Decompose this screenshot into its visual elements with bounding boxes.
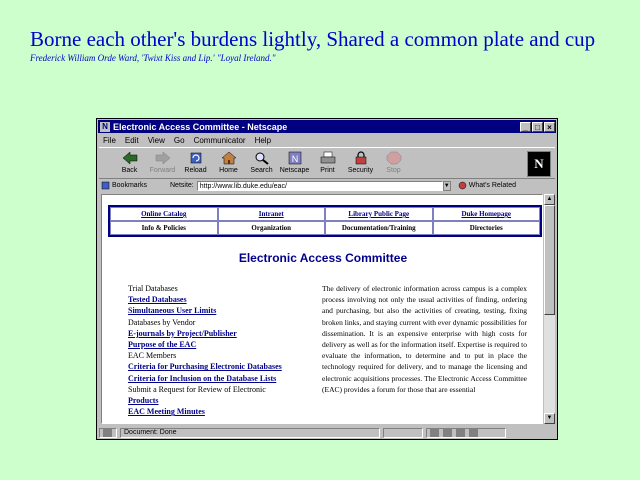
slide-title: Borne each other's burdens lightly, Shar… bbox=[30, 27, 596, 51]
status-bar: Document: Done bbox=[99, 426, 555, 439]
search-icon bbox=[255, 152, 269, 165]
forward-label: Forward bbox=[149, 167, 176, 174]
bookmark-icon bbox=[101, 181, 110, 190]
security-status[interactable] bbox=[99, 427, 117, 438]
menu-edit[interactable]: Edit bbox=[125, 136, 139, 145]
page-content: Online Catalog Intranet Library Public P… bbox=[101, 194, 543, 424]
page-heading: Electronic Access Committee bbox=[238, 251, 408, 265]
forward-button[interactable]: Forward bbox=[146, 148, 179, 178]
slide-caption: Frederick William Orde Ward, 'Twixt Kiss… bbox=[30, 53, 276, 63]
browser-window: N Electronic Access Committee - Netscape… bbox=[96, 118, 558, 440]
nav-online-catalog[interactable]: Online Catalog bbox=[110, 207, 218, 221]
menu-go[interactable]: Go bbox=[174, 136, 185, 145]
bookmarks-label: Bookmarks bbox=[112, 182, 148, 189]
netscape-icon: N bbox=[288, 151, 301, 165]
stop-label: Stop bbox=[386, 167, 401, 174]
url-input[interactable]: http://www.lib.duke.edu/eac/ bbox=[196, 180, 443, 191]
security-button[interactable]: Security bbox=[344, 148, 377, 178]
home-label: Home bbox=[219, 167, 238, 174]
eac-link-list: Trial Databases Tested Databases Simulta… bbox=[128, 283, 328, 417]
composer-icon[interactable] bbox=[469, 428, 478, 437]
back-button[interactable]: Back bbox=[113, 148, 146, 178]
whats-related-button[interactable]: What's Related bbox=[458, 181, 516, 190]
reload-button[interactable]: Reload bbox=[179, 148, 212, 178]
scroll-up-button[interactable]: ▲ bbox=[544, 194, 555, 205]
print-button[interactable]: Print bbox=[311, 148, 344, 178]
site-nav-table: Online Catalog Intranet Library Public P… bbox=[108, 205, 542, 237]
netsite-label: Netsite: bbox=[170, 182, 194, 189]
list-item-link[interactable]: Criteria for Inclusion on the Database L… bbox=[128, 373, 328, 384]
list-item-link[interactable]: Tested Databases bbox=[128, 294, 328, 305]
location-bar: Bookmarks Netsite: http://www.lib.duke.e… bbox=[99, 179, 555, 192]
list-item-link[interactable]: E-journals by Project/Publisher bbox=[128, 328, 328, 339]
newsgroups-icon[interactable] bbox=[456, 428, 465, 437]
close-button[interactable]: × bbox=[544, 121, 555, 132]
whats-related-label: What's Related bbox=[468, 182, 516, 189]
home-icon bbox=[220, 151, 237, 165]
nav-directories[interactable]: Directories bbox=[432, 221, 540, 235]
print-icon bbox=[320, 151, 335, 164]
list-item: Databases by Vendor bbox=[128, 317, 196, 327]
whats-related-icon bbox=[458, 181, 466, 190]
netscape-button[interactable]: N Netscape bbox=[278, 148, 311, 178]
eac-description: The delivery of electronic information a… bbox=[322, 284, 527, 394]
minimize-button[interactable]: _ bbox=[520, 121, 531, 132]
progress-panel bbox=[383, 427, 423, 438]
nav-intranet[interactable]: Intranet bbox=[217, 207, 325, 221]
back-label: Back bbox=[121, 167, 138, 174]
netscape-label: Netscape bbox=[279, 167, 310, 174]
nav-row-2: Info & Policies Organization Documentati… bbox=[110, 221, 540, 235]
list-item: EAC Members bbox=[128, 351, 177, 361]
list-item: Trial Databases bbox=[128, 284, 178, 293]
home-button[interactable]: Home bbox=[212, 148, 245, 178]
list-item-link[interactable]: Products bbox=[128, 395, 328, 406]
netscape-logo[interactable]: N bbox=[527, 151, 551, 177]
menu-help[interactable]: Help bbox=[255, 136, 271, 145]
menu-view[interactable]: View bbox=[148, 136, 165, 145]
print-label: Print bbox=[320, 167, 335, 174]
nav-documentation-training[interactable]: Documentation/Training bbox=[325, 221, 433, 235]
mail-icon[interactable] bbox=[443, 428, 452, 437]
reload-label: Reload bbox=[184, 167, 207, 174]
maximize-button[interactable]: □ bbox=[532, 121, 543, 132]
list-item-link[interactable]: EAC Meeting Minutes bbox=[128, 406, 328, 417]
nav-info-policies[interactable]: Info & Policies bbox=[110, 221, 218, 235]
list-item-link[interactable]: Simultaneous User Limits bbox=[128, 305, 328, 316]
status-text-panel: Document: Done bbox=[120, 427, 380, 438]
netscape-app-icon: N bbox=[100, 121, 110, 132]
svg-text:N: N bbox=[291, 154, 298, 164]
scroll-down-button[interactable]: ▼ bbox=[544, 413, 555, 424]
nav-organization[interactable]: Organization bbox=[217, 221, 325, 235]
list-item: Submit a Request for Review of Electroni… bbox=[128, 384, 266, 394]
vertical-scrollbar[interactable]: ▲ ▼ bbox=[543, 194, 555, 424]
reload-icon bbox=[190, 152, 201, 164]
bookmarks-button[interactable]: Bookmarks bbox=[101, 181, 167, 190]
menu-communicator[interactable]: Communicator bbox=[194, 136, 246, 145]
nav-duke-homepage[interactable]: Duke Homepage bbox=[432, 207, 540, 221]
window-titlebar[interactable]: N Electronic Access Committee - Netscape… bbox=[98, 120, 556, 133]
security-lock-icon bbox=[355, 151, 366, 165]
navigator-icon[interactable] bbox=[430, 428, 439, 437]
nav-row-1: Online Catalog Intranet Library Public P… bbox=[110, 207, 540, 221]
component-bar bbox=[426, 427, 506, 438]
back-arrow-icon bbox=[122, 151, 137, 165]
security-status-icon bbox=[103, 428, 112, 437]
stop-icon bbox=[386, 151, 401, 165]
stop-button[interactable]: Stop bbox=[377, 148, 410, 178]
scroll-thumb[interactable] bbox=[544, 205, 555, 315]
search-label: Search bbox=[250, 167, 273, 174]
status-text: Document: Done bbox=[124, 429, 177, 436]
list-item-link[interactable]: Purpose of the EAC bbox=[128, 339, 328, 350]
security-label: Security bbox=[347, 167, 374, 174]
forward-arrow-icon bbox=[155, 151, 170, 165]
navigation-toolbar: Back Forward Reload Home Search N Netsca… bbox=[99, 147, 555, 179]
url-dropdown-button[interactable]: ▼ bbox=[442, 180, 451, 191]
menu-file[interactable]: File bbox=[103, 136, 116, 145]
window-title: Electronic Access Committee - Netscape bbox=[113, 121, 288, 132]
list-item-link[interactable]: Criteria for Purchasing Electronic Datab… bbox=[128, 361, 328, 372]
nav-library-public-page[interactable]: Library Public Page bbox=[325, 207, 433, 221]
menu-bar: File Edit View Go Communicator Help bbox=[99, 134, 555, 146]
search-button[interactable]: Search bbox=[245, 148, 278, 178]
